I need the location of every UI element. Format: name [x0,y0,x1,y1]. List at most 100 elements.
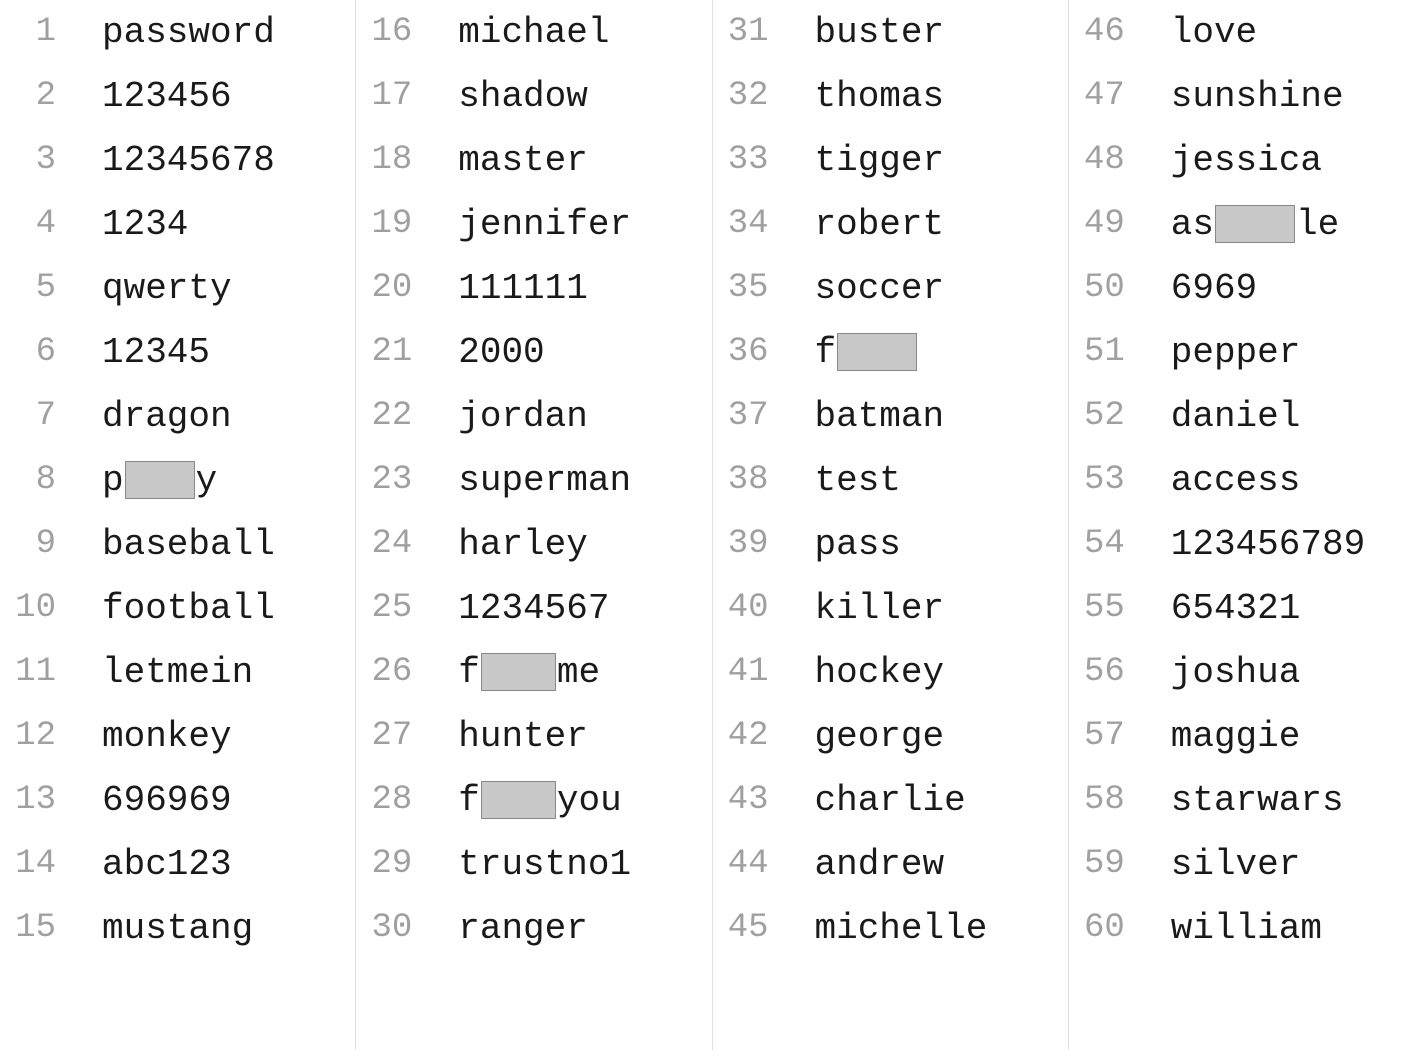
list-row: 17shadow [356,64,711,128]
password-value: silver [1139,844,1424,885]
password-value: pepper [1139,332,1424,373]
redaction-box [125,461,195,499]
list-row: 32thomas [713,64,1068,128]
line-number: 7 [0,397,70,435]
line-number: 26 [356,653,426,691]
line-number: 3 [0,141,70,179]
line-number: 43 [713,781,783,819]
list-row: 49asle [1069,192,1424,256]
text-suffix: le [1296,204,1339,245]
line-number: 25 [356,589,426,627]
list-row: 57maggie [1069,704,1424,768]
line-number: 10 [0,589,70,627]
password-value: 2000 [426,332,711,373]
column-3: 31buster32thomas33tigger34robert35soccer… [713,0,1069,1050]
list-row: 28fyou [356,768,711,832]
redaction-box [481,781,556,819]
list-row: 18master [356,128,711,192]
password-value: password [70,12,355,53]
list-row: 12monkey [0,704,355,768]
list-row: 26fme [356,640,711,704]
password-value: love [1139,12,1424,53]
column-1: 1password2123456312345678412345qwerty612… [0,0,356,1050]
text-suffix: me [557,652,600,693]
list-row: 44andrew [713,832,1068,896]
list-row: 612345 [0,320,355,384]
list-row: 35soccer [713,256,1068,320]
list-row: 55654321 [1069,576,1424,640]
password-value: george [783,716,1068,757]
list-row: 42george [713,704,1068,768]
password-value: soccer [783,268,1068,309]
line-number: 1 [0,13,70,51]
line-number: 44 [713,845,783,883]
password-value: starwars [1139,780,1424,821]
password-value: fyou [426,780,711,821]
list-row: 34robert [713,192,1068,256]
password-value: shadow [426,76,711,117]
password-value: f [783,332,1068,373]
password-value: batman [783,396,1068,437]
line-number: 14 [0,845,70,883]
password-value: mustang [70,908,355,949]
password-value: 654321 [1139,588,1424,629]
line-number: 46 [1069,13,1139,51]
line-number: 53 [1069,461,1139,499]
text-suffix: y [196,460,218,501]
line-number: 50 [1069,269,1139,307]
line-number: 2 [0,77,70,115]
line-number: 34 [713,205,783,243]
password-value: charlie [783,780,1068,821]
list-row: 312345678 [0,128,355,192]
password-value: harley [426,524,711,565]
list-row: 47sunshine [1069,64,1424,128]
password-value: superman [426,460,711,501]
password-value: master [426,140,711,181]
list-row: 9baseball [0,512,355,576]
list-row: 39pass [713,512,1068,576]
list-row: 52daniel [1069,384,1424,448]
list-row: 15mustang [0,896,355,960]
line-number: 27 [356,717,426,755]
password-list-container: 1password2123456312345678412345qwerty612… [0,0,1424,1050]
list-row: 11letmein [0,640,355,704]
redaction-box [481,653,556,691]
password-value: 6969 [1139,268,1424,309]
line-number: 28 [356,781,426,819]
list-row: 41hockey [713,640,1068,704]
line-number: 35 [713,269,783,307]
list-row: 5qwerty [0,256,355,320]
password-value: 12345678 [70,140,355,181]
list-row: 29trustno1 [356,832,711,896]
line-number: 36 [713,333,783,371]
line-number: 6 [0,333,70,371]
list-row: 33tigger [713,128,1068,192]
line-number: 47 [1069,77,1139,115]
redaction-box [1215,205,1295,243]
line-number: 48 [1069,141,1139,179]
text-prefix: as [1171,204,1214,245]
line-number: 54 [1069,525,1139,563]
line-number: 16 [356,13,426,51]
password-value: buster [783,12,1068,53]
text-suffix: you [557,780,622,821]
password-value: monkey [70,716,355,757]
line-number: 29 [356,845,426,883]
line-number: 41 [713,653,783,691]
password-value: 123456 [70,76,355,117]
list-row: 43charlie [713,768,1068,832]
password-value: ranger [426,908,711,949]
line-number: 23 [356,461,426,499]
line-number: 17 [356,77,426,115]
password-value: baseball [70,524,355,565]
list-row: 20111111 [356,256,711,320]
list-row: 53access [1069,448,1424,512]
list-row: 58starwars [1069,768,1424,832]
password-value: test [783,460,1068,501]
password-value: robert [783,204,1068,245]
line-number: 31 [713,13,783,51]
list-row: 506969 [1069,256,1424,320]
list-row: 37batman [713,384,1068,448]
list-row: 40killer [713,576,1068,640]
password-value: qwerty [70,268,355,309]
